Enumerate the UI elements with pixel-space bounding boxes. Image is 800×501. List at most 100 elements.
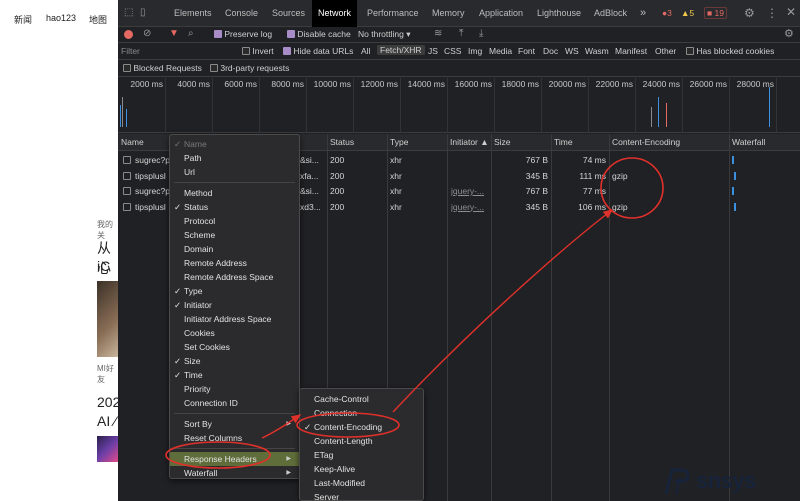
context-menu-item-method[interactable]: Method: [170, 186, 299, 200]
submenu-item-last-modified[interactable]: Last-Modified: [300, 476, 423, 490]
tab-adblock[interactable]: AdBlock: [588, 0, 633, 27]
context-menu-item-remote-address[interactable]: Remote Address: [170, 256, 299, 270]
submenu-item-cache-control[interactable]: Cache-Control: [300, 392, 423, 406]
nav-link-hao123[interactable]: hao123: [46, 13, 76, 23]
filter-type-fetch-xhr[interactable]: Fetch/XHR: [377, 45, 425, 55]
timeline-overview[interactable]: 2000 ms 4000 ms 6000 ms 8000 ms 10000 ms 1200…: [118, 78, 800, 133]
disable-cache-checkbox[interactable]: Disable cache: [287, 29, 351, 39]
request-initiator[interactable]: jquery-...: [451, 184, 489, 199]
tab-elements[interactable]: Elements: [168, 0, 218, 27]
news-thumbnail-2[interactable]: [97, 436, 118, 462]
filter-type-font[interactable]: Font: [518, 46, 535, 56]
device-toolbar-icon[interactable]: ▯: [140, 7, 146, 18]
blocked-cookies-checkbox[interactable]: Has blocked cookies: [686, 46, 774, 56]
tab-application[interactable]: Application: [473, 0, 529, 27]
context-menu-item-connection-id[interactable]: Connection ID: [170, 396, 299, 410]
tab-console[interactable]: Console: [219, 0, 264, 27]
column-header-status[interactable]: Status: [327, 134, 354, 151]
settings-gear-icon[interactable]: ⚙: [744, 6, 755, 20]
request-name-tail[interactable]: xd3...: [300, 200, 327, 215]
request-name-tail[interactable]: xfa...: [300, 169, 327, 184]
context-menu-item-cookies[interactable]: Cookies: [170, 326, 299, 340]
nav-link-map[interactable]: 地图: [89, 13, 107, 26]
request-name-tail[interactable]: &si...: [300, 184, 327, 199]
context-menu-item-priority[interactable]: Priority: [170, 382, 299, 396]
hide-data-urls-checkbox[interactable]: Hide data URLs: [283, 46, 353, 56]
filter-input[interactable]: Filter: [121, 46, 140, 56]
more-options-icon[interactable]: ⋮: [766, 6, 778, 20]
context-menu-item-waterfall[interactable]: Waterfall ▶: [170, 466, 299, 480]
column-header-size[interactable]: Size: [491, 134, 511, 151]
column-header-initiator[interactable]: Initiator ▲: [447, 134, 489, 151]
column-header-waterfall[interactable]: Waterfall: [729, 134, 765, 151]
submenu-item-connection[interactable]: Connection: [300, 406, 423, 420]
request-name-tail[interactable]: &si...: [300, 153, 327, 168]
context-menu-item-response-headers[interactable]: Response Headers ▶: [170, 452, 299, 466]
throttling-select[interactable]: No throttling ▾: [358, 29, 411, 40]
context-menu-item-scheme[interactable]: Scheme: [170, 228, 299, 242]
context-menu-item-initiator-address-space[interactable]: Initiator Address Space: [170, 312, 299, 326]
context-menu-item-sort-by[interactable]: Sort By ▶: [170, 417, 299, 431]
filter-type-manifest[interactable]: Manifest: [615, 46, 647, 56]
filter-type-ws[interactable]: WS: [565, 46, 579, 56]
filter-type-other[interactable]: Other: [655, 46, 676, 56]
headline-2a[interactable]: 202: [97, 394, 118, 410]
column-header-content-encoding[interactable]: Content-Encoding: [609, 134, 680, 151]
column-header-time[interactable]: Time: [551, 134, 573, 151]
tab-performance[interactable]: Performance: [361, 0, 425, 27]
blocked-requests-checkbox[interactable]: Blocked Requests: [123, 63, 202, 73]
context-menu-item-set-cookies[interactable]: Set Cookies: [170, 340, 299, 354]
issues-badge[interactable]: ■ 19: [704, 7, 727, 19]
submenu-item-content-encoding[interactable]: ✓ Content-Encoding: [300, 420, 423, 434]
context-menu-item-status[interactable]: ✓ Status: [170, 200, 299, 214]
filter-type-css[interactable]: CSS: [444, 46, 461, 56]
context-menu-item-path[interactable]: Path: [170, 151, 299, 165]
filter-funnel-icon[interactable]: ▼: [169, 28, 179, 39]
news-thumbnail-1[interactable]: [97, 281, 118, 357]
record-button-icon[interactable]: [124, 30, 133, 39]
preserve-log-check[interactable]: [214, 30, 222, 38]
submenu-item-etag[interactable]: ETag: [300, 448, 423, 462]
filter-type-wasm[interactable]: Wasm: [585, 46, 609, 56]
disable-cache-check[interactable]: [287, 30, 295, 38]
invert-check[interactable]: [242, 47, 250, 55]
submenu-item-keep-alive[interactable]: Keep-Alive: [300, 462, 423, 476]
request-initiator[interactable]: [451, 153, 489, 168]
context-menu-item-domain[interactable]: Domain: [170, 242, 299, 256]
blocked-requests-check[interactable]: [123, 64, 131, 72]
third-party-checkbox[interactable]: 3rd-party requests: [210, 63, 289, 73]
column-header-type[interactable]: Type: [387, 134, 408, 151]
export-har-icon[interactable]: ⤓: [479, 28, 483, 39]
warning-badge[interactable]: ▲5: [681, 8, 694, 18]
tab-lighthouse[interactable]: Lighthouse: [531, 0, 587, 27]
context-menu-item-time[interactable]: ✓ Time: [170, 368, 299, 382]
context-menu-item-protocol[interactable]: Protocol: [170, 214, 299, 228]
submenu-item-server[interactable]: Server: [300, 490, 423, 501]
context-menu-item-reset-columns[interactable]: Reset Columns: [170, 431, 299, 445]
error-badge[interactable]: ●3: [662, 8, 672, 18]
more-tabs-button[interactable]: »: [634, 0, 652, 27]
network-settings-gear-icon[interactable]: ⚙: [784, 27, 794, 40]
context-menu-item-initiator[interactable]: ✓ Initiator: [170, 298, 299, 312]
import-har-icon[interactable]: ⤒: [459, 28, 463, 39]
filter-type-js[interactable]: JS: [428, 46, 438, 56]
column-header-name[interactable]: Name: [118, 134, 144, 151]
network-conditions-wifi-icon[interactable]: ≋: [434, 28, 442, 39]
context-menu-item-size[interactable]: ✓ Size: [170, 354, 299, 368]
hide-data-urls-check[interactable]: [283, 47, 291, 55]
close-devtools-icon[interactable]: ✕: [786, 5, 796, 19]
context-menu-item-type[interactable]: ✓ Type: [170, 284, 299, 298]
headline-2b[interactable]: AI ⁄: [97, 413, 116, 429]
filter-type-all[interactable]: All: [361, 46, 370, 56]
tab-network[interactable]: Network: [312, 0, 358, 27]
context-menu-item-name[interactable]: ✓ Name: [170, 137, 299, 151]
third-party-check[interactable]: [210, 64, 218, 72]
clear-icon[interactable]: ⊘: [143, 28, 151, 39]
invert-checkbox[interactable]: Invert: [242, 46, 274, 56]
context-menu-item-url[interactable]: Url: [170, 165, 299, 179]
preserve-log-checkbox[interactable]: Preserve log: [214, 29, 272, 39]
filter-type-doc[interactable]: Doc: [543, 46, 558, 56]
blocked-cookies-check[interactable]: [686, 47, 694, 55]
inspect-element-icon[interactable]: ⬚: [124, 7, 133, 18]
submenu-item-content-length[interactable]: Content-Length: [300, 434, 423, 448]
